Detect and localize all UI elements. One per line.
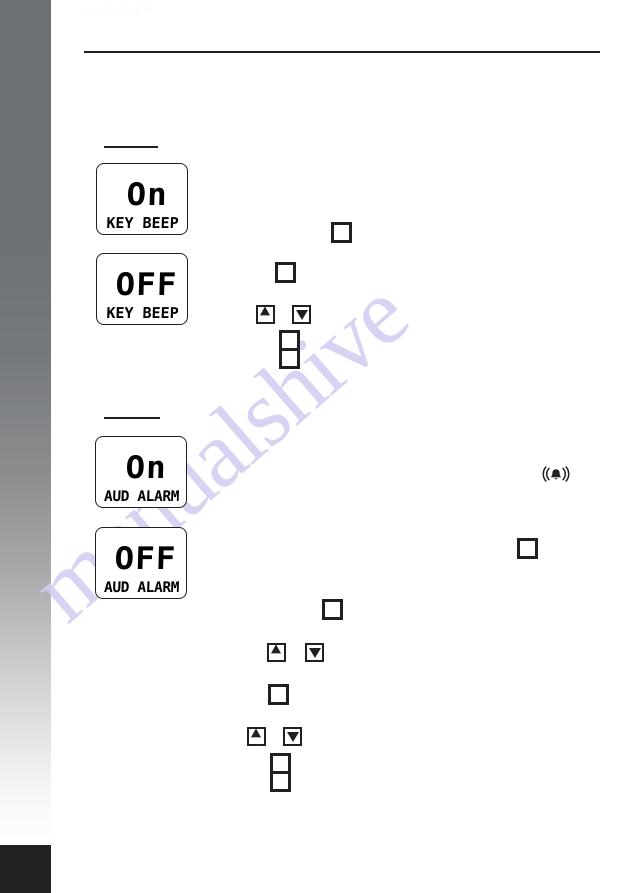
lcd-value: On (125, 177, 168, 213)
lcd-label: KEY BEEP (106, 214, 179, 233)
key-up-3[interactable] (247, 727, 266, 754)
key-blank-9[interactable] (270, 771, 291, 792)
lcd-label: AUD ALARM (103, 579, 180, 596)
sidebar-footer-block (0, 845, 51, 893)
section-1-rule (104, 146, 158, 148)
header-divider (84, 51, 600, 53)
triangle-up-icon (251, 727, 262, 754)
lcd-display-aud-alarm-off: OFF AUD ALARM (95, 527, 187, 599)
key-blank-7[interactable] (268, 684, 289, 705)
lcd-label: KEY BEEP (106, 304, 179, 323)
triangle-down-icon (286, 731, 299, 742)
manual-page: manualshive KEY BEEP On KEY BEEP OFF KEY… (0, 0, 629, 893)
key-blank-5[interactable] (517, 538, 538, 559)
lcd-label: AUD ALARM (103, 488, 180, 505)
lcd-value: On (124, 450, 167, 486)
key-down-2[interactable] (305, 643, 324, 662)
triangle-up-icon (271, 643, 282, 670)
key-up-2[interactable] (267, 643, 286, 670)
triangle-down-icon (308, 647, 321, 658)
triangle-up-icon (260, 305, 271, 332)
lcd-value: OFF (113, 541, 177, 577)
key-blank-1[interactable] (331, 222, 352, 243)
watermark-text: manualshive (11, 260, 427, 642)
audible-alarm-icon (541, 465, 571, 485)
lcd-display-key-beep-off: OFF KEY BEEP (96, 253, 188, 325)
page-header-text: KEY BEEP (84, 2, 154, 17)
lcd-display-aud-alarm-on: On AUD ALARM (95, 436, 187, 508)
key-up-1[interactable] (256, 305, 275, 332)
lcd-value: OFF (114, 267, 178, 303)
key-blank-4[interactable] (279, 348, 300, 369)
sidebar-gradient-band (0, 0, 51, 845)
key-blank-2[interactable] (275, 262, 296, 283)
key-down-1[interactable] (292, 305, 311, 324)
key-blank-6[interactable] (322, 599, 343, 620)
triangle-down-icon (295, 309, 308, 320)
section-2-rule (104, 417, 160, 419)
lcd-display-key-beep-on: On KEY BEEP (96, 163, 188, 235)
key-down-3[interactable] (283, 727, 302, 746)
